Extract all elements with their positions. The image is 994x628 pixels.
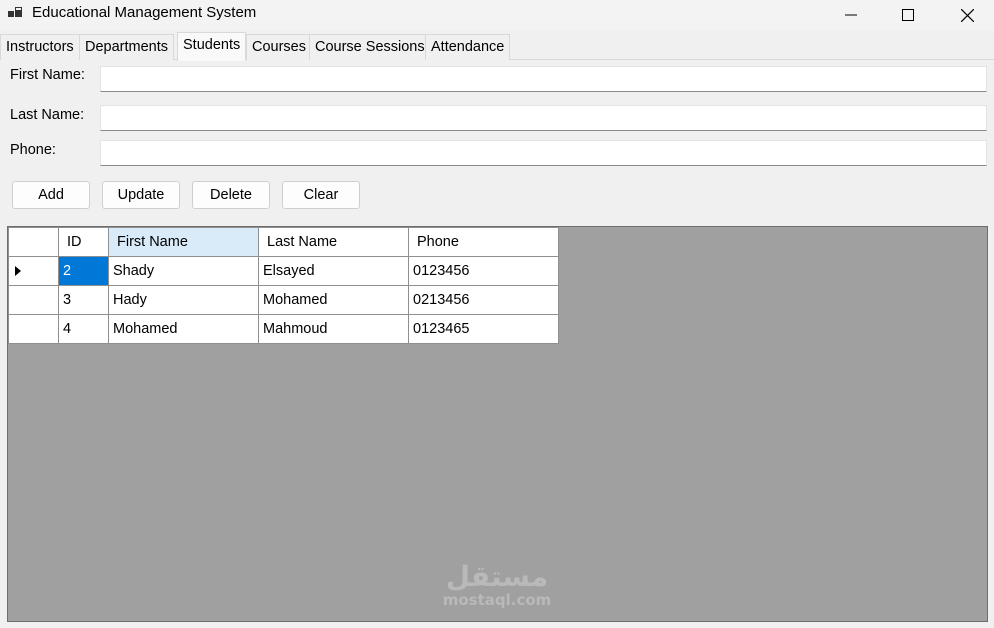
phone-label: Phone: bbox=[10, 142, 56, 158]
minimize-icon bbox=[845, 9, 857, 21]
column-header-last-name[interactable]: Last Name bbox=[258, 227, 409, 257]
column-header-phone[interactable]: Phone bbox=[408, 227, 559, 257]
column-header-first-name[interactable]: First Name bbox=[108, 227, 259, 257]
cell-last-name[interactable]: Mahmoud bbox=[258, 314, 409, 344]
close-button[interactable] bbox=[944, 0, 990, 30]
cell-first-name[interactable]: Shady bbox=[108, 256, 259, 286]
window-title: Educational Management System bbox=[32, 4, 257, 21]
row-header-corner[interactable] bbox=[8, 227, 59, 257]
maximize-button[interactable] bbox=[885, 0, 931, 30]
first-name-label: First Name: bbox=[10, 67, 85, 83]
minimize-button[interactable] bbox=[828, 0, 874, 30]
title-bar: Educational Management System bbox=[0, 0, 994, 30]
row-header[interactable] bbox=[8, 314, 59, 344]
tab-course-sessions[interactable]: Course Sessions bbox=[309, 34, 431, 60]
last-name-field[interactable] bbox=[100, 105, 987, 131]
column-header-id[interactable]: ID bbox=[58, 227, 109, 257]
row-header[interactable] bbox=[8, 256, 59, 286]
tab-instructors[interactable]: Instructors bbox=[0, 34, 80, 60]
students-table: ID First Name Last Name Phone 2 Shady El… bbox=[8, 227, 559, 344]
watermark-logo: مستقل mostaql.com bbox=[436, 560, 558, 609]
cell-phone[interactable]: 0213456 bbox=[408, 285, 559, 315]
update-button[interactable]: Update bbox=[102, 181, 180, 209]
first-name-field[interactable] bbox=[100, 66, 987, 92]
phone-field[interactable] bbox=[100, 140, 987, 166]
header-row: ID First Name Last Name Phone bbox=[8, 227, 559, 257]
windows-form-icon bbox=[8, 5, 24, 21]
cell-phone[interactable]: 0123465 bbox=[408, 314, 559, 344]
close-icon bbox=[960, 8, 974, 22]
last-name-label: Last Name: bbox=[10, 107, 85, 123]
maximize-icon bbox=[902, 9, 914, 21]
watermark-arabic: مستقل bbox=[445, 560, 549, 593]
watermark-latin: mostaql.com bbox=[442, 591, 552, 609]
cell-first-name[interactable]: Mohamed bbox=[108, 314, 259, 344]
tab-courses[interactable]: Courses bbox=[246, 34, 312, 60]
cell-last-name[interactable]: Mohamed bbox=[258, 285, 409, 315]
cell-id[interactable]: 2 bbox=[58, 256, 109, 286]
cell-last-name[interactable]: Elsayed bbox=[258, 256, 409, 286]
tab-departments[interactable]: Departments bbox=[79, 34, 175, 60]
row-pointer-icon bbox=[13, 266, 54, 276]
table-row[interactable]: 2 Shady Elsayed 0123456 bbox=[8, 256, 559, 286]
add-button[interactable]: Add bbox=[12, 181, 90, 209]
tab-attendance[interactable]: Attendance bbox=[425, 34, 511, 60]
delete-button[interactable]: Delete bbox=[192, 181, 270, 209]
clear-button[interactable]: Clear bbox=[282, 181, 360, 209]
cell-phone[interactable]: 0123456 bbox=[408, 256, 559, 286]
table-row[interactable]: 3 Hady Mohamed 0213456 bbox=[8, 285, 559, 315]
cell-id[interactable]: 3 bbox=[58, 285, 109, 315]
row-header[interactable] bbox=[8, 285, 59, 315]
table-row[interactable]: 4 Mohamed Mahmoud 0123465 bbox=[8, 314, 559, 344]
cell-id[interactable]: 4 bbox=[58, 314, 109, 344]
tab-strip: Instructors Departments Students Courses… bbox=[0, 32, 994, 61]
tab-students[interactable]: Students bbox=[177, 32, 247, 61]
cell-first-name[interactable]: Hady bbox=[108, 285, 259, 315]
